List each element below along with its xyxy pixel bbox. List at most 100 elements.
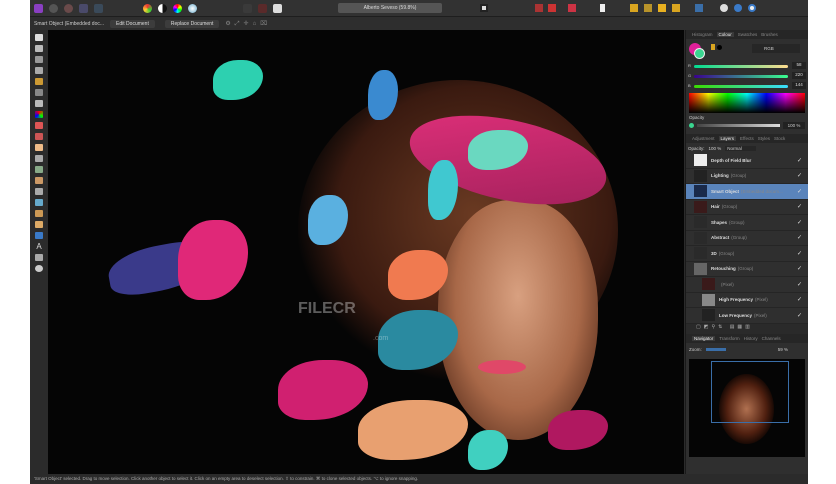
red-value[interactable]: 58 [792, 62, 806, 69]
tab-history[interactable]: History [744, 336, 758, 341]
liquify-persona-icon[interactable] [49, 3, 58, 13]
tab-stock[interactable]: Stock [774, 136, 785, 141]
tab-swatches[interactable]: Swatches [738, 32, 758, 37]
snapping-icon[interactable] [548, 4, 556, 12]
layer-row[interactable]: Lighting (Group) ✓ [686, 169, 808, 184]
text-tool-icon[interactable]: A [35, 243, 43, 251]
layer-row[interactable]: (Pixel) ✓ [686, 277, 808, 293]
navigator-preview[interactable] [689, 358, 805, 457]
colour-spectrum[interactable] [689, 93, 805, 113]
layer-row[interactable]: Retouching (Group) ✓ [686, 262, 808, 277]
layers-actions[interactable]: ▢◩⚲⇅ ▤▦▥ [686, 323, 808, 334]
visibility-checkbox[interactable]: ✓ [797, 188, 802, 195]
boolean-add-icon[interactable] [720, 4, 728, 12]
red-eye-icon[interactable] [35, 188, 43, 195]
document-canvas[interactable]: FILECR .com [48, 30, 684, 474]
grid-icon[interactable] [535, 4, 543, 12]
tab-transform[interactable]: Transform [719, 336, 739, 341]
visibility-checkbox[interactable]: ✓ [797, 296, 802, 303]
tab-styles[interactable]: Styles [758, 136, 770, 141]
replace-document-button[interactable]: Replace Document [164, 19, 220, 28]
arrange-front-icon[interactable] [672, 4, 680, 12]
black-swatch[interactable] [717, 45, 722, 50]
edit-document-button[interactable]: Edit Document [110, 19, 155, 28]
straighten-tool-icon[interactable] [35, 56, 43, 63]
fill-color-well[interactable] [694, 48, 705, 59]
visibility-checkbox[interactable]: ✓ [797, 265, 802, 272]
align-icon[interactable] [695, 4, 703, 12]
auto-levels-icon[interactable] [143, 3, 152, 13]
opacity-slider[interactable] [697, 124, 780, 127]
quick-mask-icon[interactable] [258, 3, 267, 13]
blue-value[interactable]: 144 [792, 82, 806, 89]
green-value[interactable]: 220 [792, 72, 806, 79]
layer-opacity-select[interactable]: 100 % [709, 146, 722, 151]
selection-icon[interactable] [243, 3, 252, 13]
tab-channels[interactable]: Channels [762, 336, 781, 341]
visibility-checkbox[interactable]: ✓ [797, 172, 802, 179]
develop-persona-icon[interactable] [64, 3, 73, 13]
blend-mode-select[interactable]: Normal [725, 145, 756, 151]
brush-icon[interactable] [600, 4, 605, 12]
visibility-checkbox[interactable]: ✓ [797, 281, 802, 288]
paint-brush-icon[interactable] [35, 122, 43, 129]
color-replace-icon[interactable] [35, 133, 43, 140]
erase-brush-icon[interactable] [35, 144, 43, 151]
pen-tool-icon[interactable] [35, 221, 43, 228]
zoom-slider[interactable] [705, 348, 726, 351]
tab-adjustment[interactable]: Adjustment [692, 136, 715, 141]
dodge-brush-icon[interactable] [35, 155, 43, 162]
move-tool-icon[interactable] [35, 45, 43, 52]
selection-brush-icon[interactable] [35, 78, 43, 85]
opacity-value[interactable]: 100 % [783, 122, 805, 129]
zoom-value[interactable]: 59 % [778, 347, 788, 352]
tone-mapping-persona-icon[interactable] [79, 3, 88, 13]
clone-brush-icon[interactable] [35, 166, 43, 173]
color-picker-icon[interactable] [35, 254, 43, 261]
arrange-forward-icon[interactable] [658, 4, 666, 12]
tab-navigator[interactable]: Navigator [692, 335, 716, 341]
tab-brushes[interactable]: Brushes [761, 32, 778, 37]
tab-layers[interactable]: Layers [718, 136, 737, 141]
smudge-brush-icon[interactable] [35, 210, 43, 217]
zoom-tool-icon[interactable] [35, 265, 43, 272]
rectangle-tool-icon[interactable] [35, 232, 43, 239]
blue-slider[interactable]: B 144 [688, 82, 806, 89]
tab-effects[interactable]: Effects [740, 136, 754, 141]
visibility-checkbox[interactable]: ✓ [797, 250, 802, 257]
blur-brush-icon[interactable] [35, 199, 43, 206]
boolean-intersect-icon[interactable] [748, 4, 756, 12]
layer-row[interactable]: Low Frequency (Pixel) ✓ [686, 308, 808, 324]
arrange-backward-icon[interactable] [644, 4, 652, 12]
visibility-checkbox[interactable]: ✓ [797, 157, 802, 164]
crop-tool-icon[interactable] [35, 67, 43, 74]
green-slider[interactable]: G 220 [688, 72, 806, 79]
colour-mode-select[interactable]: RGB [752, 44, 800, 53]
export-persona-icon[interactable] [94, 3, 103, 13]
gradient-tool-icon[interactable] [35, 111, 43, 118]
layer-row[interactable]: 3D (Group) ✓ [686, 246, 808, 262]
healing-brush-icon[interactable] [35, 177, 43, 184]
tab-histogram[interactable]: Histogram [692, 32, 713, 37]
eyedropper-icon[interactable] [711, 44, 715, 50]
auto-colors-icon[interactable] [173, 3, 182, 13]
red-slider[interactable]: R 58 [688, 62, 806, 69]
transform-icons[interactable]: ⚙⤢✛⌂⌧ [225, 20, 271, 28]
marquee-tool-icon[interactable] [35, 89, 43, 96]
visibility-checkbox[interactable]: ✓ [797, 312, 802, 319]
layer-row[interactable]: Smart Object (Embedded docum... ✓ [686, 184, 808, 200]
auto-contrast-icon[interactable] [158, 3, 167, 13]
layer-row[interactable]: Shapes (Group) ✓ [686, 215, 808, 231]
layer-row[interactable]: Depth of Field Blur ✓ [686, 153, 808, 169]
document-title[interactable]: Alberto Seveso (59.8%) [338, 3, 442, 13]
visibility-checkbox[interactable]: ✓ [797, 203, 802, 210]
view-tool-icon[interactable] [35, 34, 43, 41]
layer-row[interactable]: Abstract (Group) ✓ [686, 231, 808, 246]
auto-white-balance-icon[interactable] [188, 3, 197, 13]
visibility-checkbox[interactable]: ✓ [797, 234, 802, 241]
boolean-subtract-icon[interactable] [734, 4, 742, 12]
navigator-viewport[interactable] [711, 360, 789, 423]
arrange-back-icon[interactable] [630, 4, 638, 12]
assistant-icon[interactable] [568, 4, 576, 12]
layer-row[interactable]: Hair (Group) ✓ [686, 200, 808, 215]
